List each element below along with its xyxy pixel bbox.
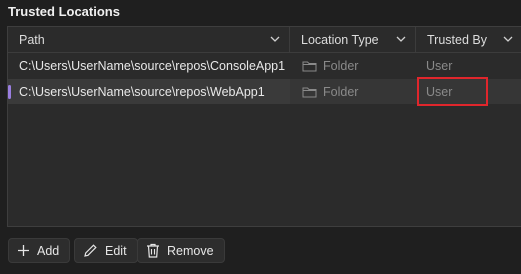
folder-icon (302, 61, 317, 71)
column-header-label: Location Type (301, 32, 379, 47)
location-type-label: Folder (323, 58, 359, 73)
grid-header: Path Location Type Trusted By (8, 27, 521, 53)
panel-title: Trusted Locations (8, 4, 120, 19)
chevron-down-icon[interactable] (395, 32, 407, 46)
location-type-cell: Folder (290, 79, 416, 104)
edit-button-label: Edit (105, 243, 127, 258)
edit-button[interactable]: Edit (74, 238, 138, 263)
selection-marker (8, 85, 11, 99)
column-header-path[interactable]: Path (8, 27, 290, 52)
location-type-label: Folder (323, 84, 359, 99)
remove-button[interactable]: Remove (137, 238, 225, 263)
chevron-down-icon[interactable] (269, 32, 281, 46)
chevron-down-icon[interactable] (502, 32, 514, 46)
plus-icon (18, 245, 29, 256)
add-button-label: Add (37, 243, 60, 258)
table-row[interactable]: C:\Users\UserName\source\repos\ConsoleAp… (8, 53, 521, 78)
column-header-trusted-by[interactable]: Trusted By (416, 27, 521, 52)
folder-icon (302, 87, 317, 97)
path-cell: C:\Users\UserName\source\repos\WebApp1 (8, 79, 290, 104)
highlight-box (417, 77, 488, 106)
remove-button-label: Remove (167, 243, 214, 258)
add-button[interactable]: Add (8, 238, 71, 263)
pencil-icon (84, 244, 97, 257)
column-header-label: Trusted By (427, 32, 487, 47)
column-header-label: Path (19, 32, 45, 47)
trash-icon (147, 243, 159, 258)
trusted-locations-grid[interactable]: Path Location Type Trusted By C:\Users\U… (7, 26, 521, 227)
column-header-location-type[interactable]: Location Type (290, 27, 416, 52)
path-cell: C:\Users\UserName\source\repos\ConsoleAp… (19, 58, 286, 73)
location-type-cell: Folder (290, 53, 416, 78)
trusted-by-cell: User (426, 58, 453, 73)
